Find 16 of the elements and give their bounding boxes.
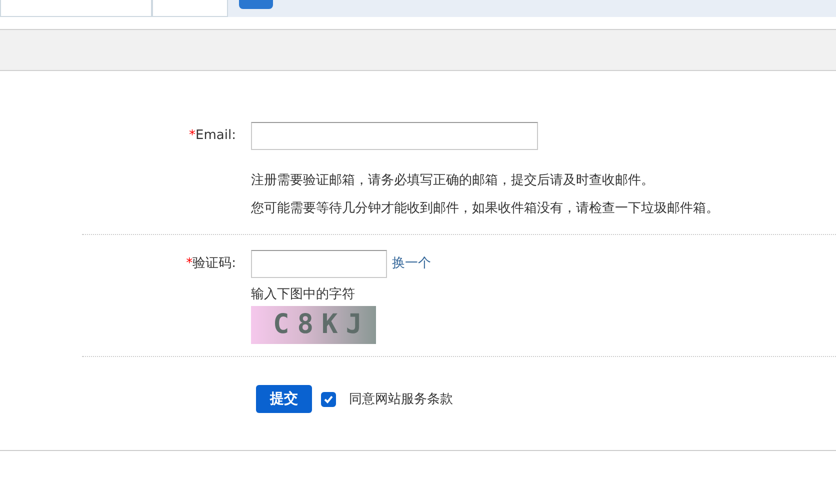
email-label: *Email: bbox=[189, 128, 236, 143]
search-field[interactable] bbox=[0, 0, 152, 17]
email-field[interactable] bbox=[251, 122, 538, 150]
search-button[interactable] bbox=[239, 0, 273, 9]
check-icon bbox=[323, 394, 334, 404]
captcha-hint: 输入下图中的字符 bbox=[251, 286, 356, 304]
captcha-label: *验证码: bbox=[186, 256, 236, 271]
hint-text: 您可能需要等待几分钟才能收到邮件，如果收件箱没有，请检查一下垃圾邮件箱。 bbox=[251, 200, 720, 218]
hint-text: 注册需要验证邮箱，请务必填写正确的邮箱，提交后请及时查收邮件。 bbox=[251, 172, 655, 190]
submit-button[interactable]: 提交 bbox=[256, 385, 312, 413]
agree-checkbox[interactable] bbox=[321, 392, 336, 406]
search-field[interactable] bbox=[152, 0, 228, 17]
refresh-link[interactable]: 换一个 bbox=[392, 250, 431, 278]
captcha-image: C8KJ bbox=[251, 306, 376, 344]
agree-label: 同意网站服务条款 bbox=[349, 391, 453, 408]
captcha-field[interactable] bbox=[251, 250, 387, 278]
